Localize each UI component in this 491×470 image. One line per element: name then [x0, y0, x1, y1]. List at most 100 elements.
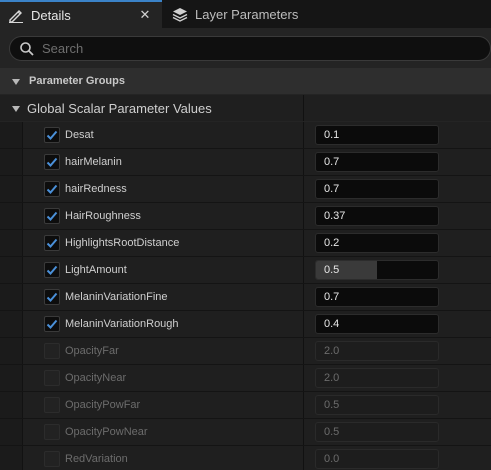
row-gutter — [0, 311, 22, 338]
chevron-down-icon — [11, 76, 21, 86]
parameter-value-input[interactable]: 0.5 — [315, 260, 439, 280]
search-bar — [9, 36, 491, 61]
chevron-down-icon — [11, 103, 21, 113]
parameter-value: 0.0 — [324, 453, 340, 465]
tab-bar: Details ✕ Layer Parameters — [0, 0, 491, 28]
parameter-value-input: 2.0 — [315, 368, 439, 388]
tab-details[interactable]: Details ✕ — [0, 0, 162, 28]
parameter-value: 0.1 — [324, 129, 340, 141]
details-panel: Parameter Groups Global Scalar Parameter… — [0, 28, 491, 470]
parameter-groups-header[interactable]: Parameter Groups — [0, 68, 491, 94]
parameter-value: 0.7 — [324, 291, 340, 303]
parameter-name: OpacityPowFar — [65, 399, 141, 411]
parameter-row: MelaninVariationFine 0.7 — [0, 284, 491, 311]
parameter-row: OpacityNear 2.0 — [0, 365, 491, 392]
row-gutter — [0, 446, 22, 470]
row-gutter — [0, 230, 22, 257]
parameter-value-input[interactable]: 0.7 — [315, 287, 439, 307]
parameter-name: MelaninVariationRough — [65, 318, 179, 330]
parameter-row: hairRedness 0.7 — [0, 176, 491, 203]
parameter-value-input: 0.5 — [315, 395, 439, 415]
parameter-row: OpacityPowFar 0.5 — [0, 392, 491, 419]
override-checkbox[interactable] — [44, 235, 60, 251]
row-gutter — [0, 149, 22, 176]
checkmark-icon — [46, 211, 58, 221]
parameter-name: OpacityFar — [65, 345, 119, 357]
parameter-name: HighlightsRootDistance — [65, 237, 180, 249]
row-gutter — [0, 203, 22, 230]
override-checkbox[interactable] — [44, 316, 60, 332]
row-gutter — [0, 392, 22, 419]
parameter-value: 0.7 — [324, 156, 340, 168]
row-gutter — [0, 419, 22, 446]
checkmark-icon — [46, 130, 58, 140]
override-checkbox[interactable] — [44, 343, 60, 359]
row-gutter — [0, 122, 22, 149]
checkmark-icon — [46, 184, 58, 194]
parameter-value: 0.7 — [324, 183, 340, 195]
tab-layer-parameters-label: Layer Parameters — [195, 6, 299, 22]
checkmark-icon — [46, 292, 58, 302]
row-gutter — [0, 257, 22, 284]
override-checkbox[interactable] — [44, 181, 60, 197]
parameter-value: 0.5 — [324, 426, 340, 438]
checkmark-icon — [46, 265, 58, 275]
parameter-value-input[interactable]: 0.7 — [315, 152, 439, 172]
tab-details-label: Details — [31, 7, 71, 23]
parameter-name: OpacityPowNear — [65, 426, 148, 438]
override-checkbox[interactable] — [44, 397, 60, 413]
parameter-value-input: 2.0 — [315, 341, 439, 361]
parameter-name: OpacityNear — [65, 372, 127, 384]
parameter-row: MelaninVariationRough 0.4 — [0, 311, 491, 338]
row-gutter — [0, 338, 22, 365]
parameter-value: 0.5 — [324, 264, 340, 276]
parameter-name: hairRedness — [65, 183, 127, 195]
row-gutter — [0, 176, 22, 203]
override-checkbox[interactable] — [44, 289, 60, 305]
checkmark-icon — [46, 319, 58, 329]
override-checkbox[interactable] — [44, 262, 60, 278]
override-checkbox[interactable] — [44, 154, 60, 170]
search-input[interactable] — [42, 38, 482, 59]
override-checkbox[interactable] — [44, 127, 60, 143]
override-checkbox[interactable] — [44, 208, 60, 224]
tab-layer-parameters[interactable]: Layer Parameters — [164, 0, 334, 28]
parameter-value: 0.5 — [324, 399, 340, 411]
parameter-name: LightAmount — [65, 264, 127, 276]
override-checkbox[interactable] — [44, 370, 60, 386]
layers-icon — [171, 5, 189, 23]
global-scalar-group-label: Global Scalar Parameter Values — [27, 100, 212, 116]
parameter-row: HairRoughness 0.37 — [0, 203, 491, 230]
row-gutter — [0, 284, 22, 311]
column-divider[interactable] — [303, 95, 304, 121]
parameter-row: OpacityPowNear 0.5 — [0, 419, 491, 446]
parameter-name: RedVariation — [65, 453, 128, 465]
pencil-ruler-icon — [7, 6, 25, 24]
parameter-row: RedVariation 0.0 — [0, 446, 491, 470]
parameter-value: 0.37 — [324, 210, 346, 222]
parameter-name: hairMelanin — [65, 156, 122, 168]
parameter-row: LightAmount 0.5 — [0, 257, 491, 284]
parameter-value-input: 0.0 — [315, 449, 439, 469]
close-icon[interactable]: ✕ — [138, 8, 152, 22]
parameter-value-input: 0.5 — [315, 422, 439, 442]
override-checkbox[interactable] — [44, 424, 60, 440]
parameter-name: Desat — [65, 129, 94, 141]
parameter-value-input[interactable]: 0.4 — [315, 314, 439, 334]
parameter-value-input[interactable]: 0.1 — [315, 125, 439, 145]
parameter-groups-label: Parameter Groups — [29, 75, 125, 87]
parameter-value-input[interactable]: 0.2 — [315, 233, 439, 253]
parameter-value-input[interactable]: 0.7 — [315, 179, 439, 199]
parameter-row: hairMelanin 0.7 — [0, 149, 491, 176]
parameter-value: 2.0 — [324, 345, 340, 357]
parameter-row: HighlightsRootDistance 0.2 — [0, 230, 491, 257]
parameter-value-input[interactable]: 0.37 — [315, 206, 439, 226]
parameter-row: Desat 0.1 — [0, 122, 491, 149]
checkmark-icon — [46, 157, 58, 167]
parameter-name: HairRoughness — [65, 210, 141, 222]
row-gutter — [0, 365, 22, 392]
override-checkbox[interactable] — [44, 451, 60, 467]
global-scalar-group-header[interactable]: Global Scalar Parameter Values — [0, 95, 491, 121]
parameter-row: OpacityFar 2.0 — [0, 338, 491, 365]
search-icon — [19, 41, 35, 57]
